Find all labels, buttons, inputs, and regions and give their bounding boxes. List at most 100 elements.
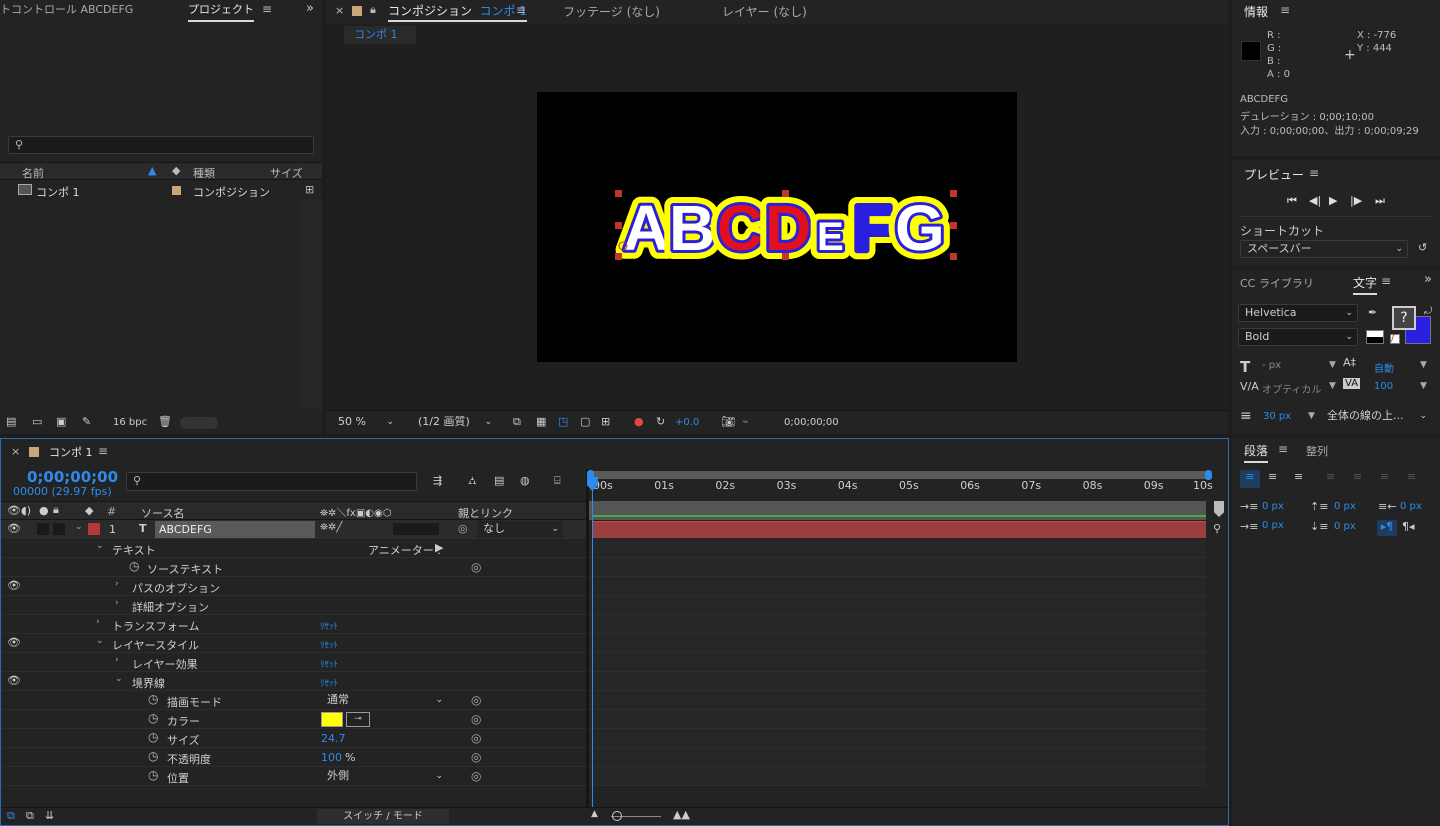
layer-switches-icons[interactable]: ⛯✲╱ xyxy=(320,522,342,533)
collapse-arrow-icon[interactable]: ⌄ xyxy=(96,541,104,551)
tab-align[interactable]: 整列 xyxy=(1306,443,1328,459)
tab-character[interactable]: 文字 xyxy=(1353,274,1378,295)
audio-toggle[interactable] xyxy=(37,523,49,535)
tab-composition[interactable]: コンポジション コンポ 1 xyxy=(388,2,527,22)
timeline-tab[interactable]: コンポ 1 xyxy=(49,444,93,460)
expand-arrow-icon[interactable]: › xyxy=(96,617,100,627)
stopwatch-icon[interactable]: ◷ xyxy=(148,692,158,706)
shy-layers-icon[interactable]: ▤ xyxy=(494,474,504,487)
exposure-value[interactable]: +0.0 xyxy=(675,417,699,428)
info-title[interactable]: 情報 xyxy=(1244,3,1268,20)
prop-text[interactable]: ⌄ テキスト アニメーター : ▶︎ xyxy=(1,539,586,558)
tracking-value[interactable]: 100 xyxy=(1374,381,1393,392)
layer-duration-bar[interactable] xyxy=(593,521,1206,538)
col-parent-link[interactable]: 親とリンク xyxy=(458,505,513,521)
parent-select[interactable]: なし ⌄ xyxy=(477,521,563,538)
last-frame-icon[interactable]: ⏭ xyxy=(1375,194,1385,208)
comp-subtab[interactable]: コンポ 1 xyxy=(344,26,416,44)
stroke-color-swatch[interactable] xyxy=(321,712,343,727)
align-center-icon[interactable]: ≡ xyxy=(1268,470,1277,483)
reset-exposure-icon[interactable]: ↻ xyxy=(656,415,665,428)
pickwhip-icon[interactable]: ◎ xyxy=(471,731,481,745)
animator-label[interactable]: アニメーター : xyxy=(368,542,441,558)
pickwhip-icon[interactable]: ◎ xyxy=(471,769,481,783)
play-icon[interactable]: ▶︎ xyxy=(1329,194,1337,207)
panel-menu-icon[interactable]: ≡ xyxy=(262,2,272,16)
rtl-direction-icon[interactable]: ¶◂ xyxy=(1402,520,1415,533)
col-type[interactable]: 種類 xyxy=(193,165,215,181)
thumbnail-slider[interactable] xyxy=(180,417,218,429)
layer-switches-pane-icon[interactable]: ⧉ xyxy=(7,809,15,823)
white-black-swatch[interactable] xyxy=(1366,330,1384,344)
expand-arrow-icon[interactable]: ⌄ xyxy=(75,522,83,532)
collapse-arrow-icon[interactable]: ⌄ xyxy=(115,674,123,684)
new-folder-icon[interactable]: ▭ xyxy=(32,415,42,428)
close-icon[interactable]: × xyxy=(11,445,20,458)
reset-link[interactable]: ﾘｾｯﾄ xyxy=(320,657,338,670)
panel-menu-icon[interactable]: ≡ xyxy=(516,3,526,17)
pickwhip-icon[interactable]: ◎ xyxy=(471,560,481,574)
collapse-arrow-icon[interactable]: ⌄ xyxy=(96,636,104,646)
brush-icon[interactable]: ✎ xyxy=(82,415,91,428)
lock-icon[interactable]: 🔒︎ xyxy=(370,3,376,17)
tab-footage[interactable]: フッテージ (なし) xyxy=(563,3,660,20)
indent-right-value[interactable]: 0 px xyxy=(1400,501,1422,512)
col-name[interactable]: 名前 xyxy=(22,165,44,181)
tab-layer[interactable]: レイヤー (なし) xyxy=(722,3,807,20)
leading-value[interactable]: 自動 xyxy=(1374,360,1394,375)
new-comp-icon[interactable]: ▣ xyxy=(56,415,66,428)
swap-colors-icon[interactable]: ⤾ xyxy=(1424,306,1432,317)
comp-mini-flowchart-icon[interactable]: ⇶ xyxy=(433,474,442,487)
eye-icon[interactable]: 👁︎ xyxy=(7,674,21,687)
frame-blending-icon[interactable]: ◍ xyxy=(520,474,530,487)
indent-left-value[interactable]: 0 px xyxy=(1262,501,1284,512)
leading-dropdown[interactable]: ▼ xyxy=(1420,360,1427,370)
stroke-width-value[interactable]: 30 px xyxy=(1263,411,1291,422)
zoom-select[interactable]: 50 % ⌄ xyxy=(332,414,398,432)
kerning-dropdown[interactable]: ▼ xyxy=(1329,381,1336,391)
align-right-icon[interactable]: ≡ xyxy=(1294,470,1303,483)
font-style-select[interactable]: Bold ⌄ xyxy=(1238,328,1358,346)
justify-center-icon[interactable]: ≡ xyxy=(1353,470,1362,483)
expand-arrow-icon[interactable]: › xyxy=(115,655,119,665)
stroke-mode-select[interactable]: 全体の線の上... ⌄ xyxy=(1321,408,1431,426)
stopwatch-icon[interactable]: ◷ xyxy=(148,711,158,725)
trash-icon[interactable]: 🗑 xyxy=(158,415,172,428)
flowchart-icon[interactable]: ⊞ xyxy=(305,183,314,196)
project-search-input[interactable]: ⚲ xyxy=(8,136,314,154)
graph-editor-icon[interactable]: ⌸ xyxy=(554,474,561,488)
reset-shortcut-icon[interactable]: ↺ xyxy=(1418,241,1427,254)
justify-left-icon[interactable]: ≡ xyxy=(1326,470,1335,483)
prop-layer-styles[interactable]: 👁︎ ⌄ レイヤースタイル ﾘｾｯﾄ xyxy=(1,634,586,653)
pickwhip-icon[interactable]: ◎ xyxy=(471,693,481,707)
indent-first-value[interactable]: 0 px xyxy=(1262,520,1284,531)
eyedropper-icon[interactable]: ⊸ xyxy=(346,712,370,727)
opacity-value[interactable]: 100 xyxy=(321,751,342,764)
tab-cc-libraries[interactable]: CC ライブラリ xyxy=(1240,275,1314,291)
stopwatch-icon[interactable]: ◷ xyxy=(129,559,139,573)
snapshot-icon[interactable]: 📷︎ xyxy=(721,415,735,428)
fill-color-swatch[interactable]: ? xyxy=(1392,306,1416,330)
reset-link[interactable]: ﾘｾｯﾄ xyxy=(320,619,338,632)
font-size-dropdown[interactable]: ▼ xyxy=(1329,360,1336,370)
fast-preview-icon[interactable]: ⧉ xyxy=(513,415,521,429)
tab-paragraph[interactable]: 段落 xyxy=(1244,442,1269,463)
time-ruler[interactable]: 00s 01s 02s 03s 04s 05s 06s 07s 08s 09s 10s xyxy=(589,479,1213,501)
prop-color[interactable]: ◷ カラー ⊸ ◎ xyxy=(1,710,586,729)
preview-title[interactable]: プレビュー xyxy=(1244,166,1304,183)
font-size-value[interactable]: - px xyxy=(1262,360,1281,371)
stopwatch-icon[interactable]: ◷ xyxy=(148,730,158,744)
interpret-footage-icon[interactable]: ▤ xyxy=(6,415,16,428)
tab-effect-controls[interactable]: トコントロール ABCDEFG xyxy=(0,0,133,22)
layer-name-field[interactable]: ABCDEFG xyxy=(155,521,315,538)
prop-transform[interactable]: › トランスフォーム ﾘｾｯﾄ xyxy=(1,615,586,634)
pickwhip-icon[interactable]: ◎ xyxy=(471,712,481,726)
animator-play-icon[interactable]: ▶︎ xyxy=(435,541,443,554)
prop-position[interactable]: ◷ 位置 外側 ⌄ ◎ xyxy=(1,767,586,786)
reset-link[interactable]: ﾘｾｯﾄ xyxy=(320,676,338,689)
panel-menu-icon[interactable]: ≡ xyxy=(1278,442,1288,456)
justify-all-icon[interactable]: ≡ xyxy=(1407,470,1416,483)
expand-arrow-icon[interactable]: › xyxy=(115,598,119,608)
panel-menu-icon[interactable]: ≡ xyxy=(1309,166,1319,180)
expand-arrow-icon[interactable]: › xyxy=(115,579,119,589)
